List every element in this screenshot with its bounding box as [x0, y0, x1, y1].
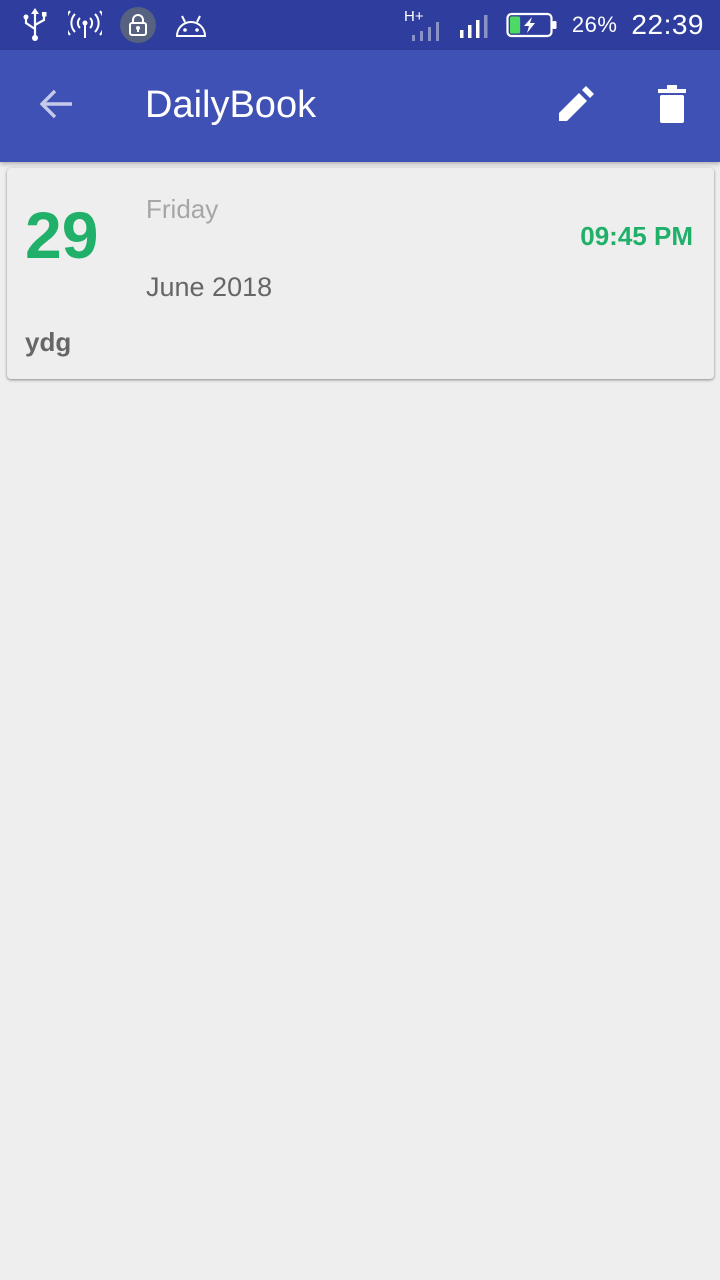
delete-button[interactable] [644, 78, 700, 134]
app-bar: DailyBook [0, 50, 720, 162]
svg-text:H+: H+ [404, 8, 424, 25]
diary-entry-card[interactable]: 29 Friday June 2018 09:45 PM ydg [7, 168, 714, 379]
hotspot-icon [68, 10, 102, 40]
mobile-data-signal-icon: H+ [404, 7, 444, 43]
status-icons-left [20, 6, 208, 44]
usb-icon [20, 8, 50, 42]
status-icons-right: H+ 26% 22:39 [404, 6, 704, 44]
battery-charging-icon [506, 12, 558, 38]
edit-button[interactable] [548, 78, 604, 134]
entry-month-year: June 2018 [146, 272, 273, 302]
signal-strength-icon [458, 10, 492, 40]
entry-day-number: 29 [25, 198, 99, 272]
entry-time: 09:45 PM [580, 221, 693, 251]
pencil-icon [556, 84, 596, 129]
entry-weekday: Friday [146, 194, 219, 224]
android-debug-icon [174, 12, 208, 38]
vpn-lock-icon [120, 7, 156, 43]
back-button[interactable] [28, 78, 84, 134]
page-title: DailyBook [145, 84, 317, 126]
status-clock: 22:39 [631, 9, 704, 40]
status-bar: H+ 26% 22:39 [0, 0, 720, 50]
arrow-back-icon [38, 88, 74, 125]
trash-icon [656, 84, 688, 128]
entry-text-preview: ydg [25, 327, 72, 357]
battery-percentage: 26% [571, 12, 618, 37]
